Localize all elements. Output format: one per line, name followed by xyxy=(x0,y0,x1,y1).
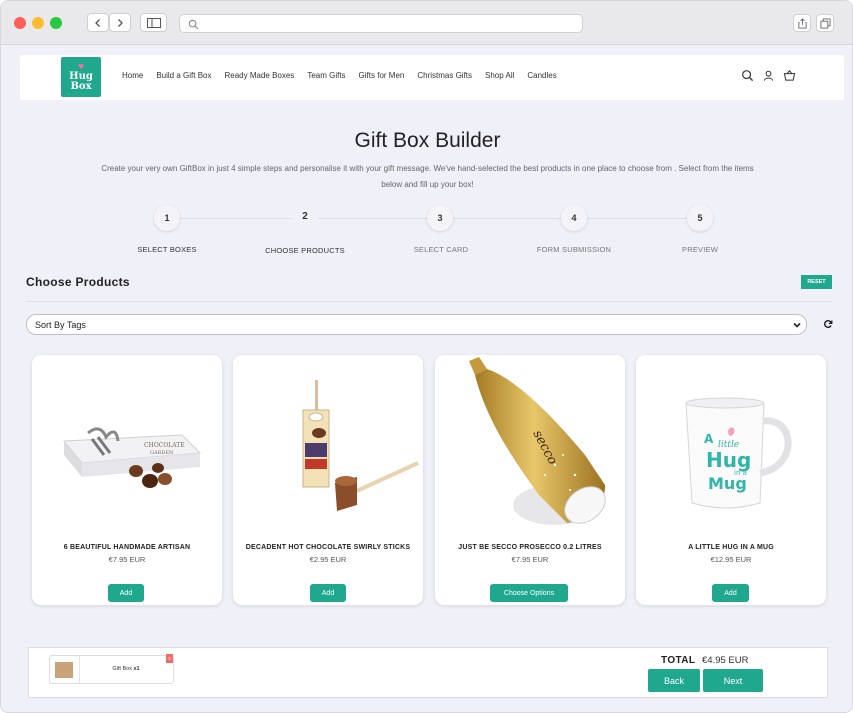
nav-gifts-for-men[interactable]: Gifts for Men xyxy=(359,71,405,80)
section-title: Choose Products xyxy=(26,275,130,289)
add-to-box-button[interactable]: Add xyxy=(712,584,749,602)
back-nav-button[interactable] xyxy=(87,13,109,32)
refresh-icon[interactable] xyxy=(823,319,833,329)
product-card: CHOCOLATE GARDEN 6 BEAUTIFUL HANDMADE AR… xyxy=(32,355,222,605)
page-subtitle: Create your very own GiftBox in just 4 s… xyxy=(101,164,754,189)
page-title: Gift Box Builder xyxy=(354,129,501,152)
sidebar-toggle-button[interactable] xyxy=(140,13,167,32)
browser-toolbar xyxy=(1,1,852,45)
product-price: €7.95 EUR xyxy=(511,555,549,564)
product-name: JUST BE SECCO PROSECCO 0.2 LITRES xyxy=(458,544,602,551)
box-brand-line1: CHOCOLATE xyxy=(144,442,185,449)
step-2-circle[interactable]: 2 xyxy=(292,203,318,229)
nav-shop-all[interactable]: Shop All xyxy=(485,71,514,80)
product-card: A little Hug in a Mug A LITTLE HUG IN A … xyxy=(636,355,826,605)
choose-options-button[interactable]: Choose Options xyxy=(490,584,568,602)
tabs-button[interactable] xyxy=(816,14,834,32)
header-actions xyxy=(741,69,796,82)
step-3-circle[interactable]: 3 xyxy=(427,205,453,231)
step-4-circle[interactable]: 4 xyxy=(561,205,587,231)
step-1-label: SELECT BOXES xyxy=(137,245,197,254)
nav-candles[interactable]: Candles xyxy=(527,71,556,80)
account-icon[interactable] xyxy=(762,69,775,82)
product-name: DECADENT HOT CHOCOLATE SWIRLY STICKS xyxy=(245,544,411,551)
site-header: ♥ Hug Box Home Build a Gift Box Ready Ma… xyxy=(20,55,844,100)
sort-select-value: Sort By Tags xyxy=(35,319,86,330)
browser-window: ♥ Hug Box Home Build a Gift Box Ready Ma… xyxy=(0,0,853,713)
product-price: €2.95 EUR xyxy=(309,555,347,564)
chocolate-box-image: CHOCOLATE GARDEN xyxy=(62,427,202,488)
product-price: €12.95 EUR xyxy=(710,555,752,564)
cart-icon[interactable] xyxy=(783,69,796,82)
hot-chocolate-stick-image xyxy=(302,380,419,511)
tabs-icon xyxy=(819,17,831,29)
cart-item: Gift Box x1 x xyxy=(49,654,174,684)
gift-box-thumbnail xyxy=(55,662,73,678)
cart-item-name: Gift Box xyxy=(112,666,132,672)
box-brand-line2: GARDEN xyxy=(150,450,174,456)
minimize-window-button[interactable] xyxy=(32,17,44,29)
logo-text-line2: Box xyxy=(70,81,92,92)
nav-home[interactable]: Home xyxy=(122,71,143,80)
remove-item-button[interactable]: x xyxy=(166,654,173,663)
step-1-circle[interactable]: 1 xyxy=(154,205,180,231)
nav-build-gift-box[interactable]: Build a Gift Box xyxy=(156,71,211,80)
builder-footer: Gift Box x1 x TOTAL €4.95 EUR Back Next xyxy=(28,647,828,698)
hugbox-logo[interactable]: ♥ Hug Box xyxy=(61,57,101,97)
share-icon xyxy=(797,17,807,29)
divider xyxy=(26,301,832,302)
product-price: €7.95 EUR xyxy=(108,555,146,564)
chevron-left-icon xyxy=(95,18,100,27)
reset-button[interactable]: RESET xyxy=(801,275,832,289)
nav-ready-made-boxes[interactable]: Ready Made Boxes xyxy=(224,71,294,80)
nav-team-gifts[interactable]: Team Gifts xyxy=(307,71,345,80)
total-value: €4.95 EUR xyxy=(702,655,749,666)
maximize-window-button[interactable] xyxy=(50,17,62,29)
step-5-circle[interactable]: 5 xyxy=(687,205,713,231)
step-4-label: FORM SUBMISSION xyxy=(536,245,612,254)
product-card: secco JUST BE SECCO PROSECCO 0.2 LITRES … xyxy=(435,355,625,605)
step-5-label: PREVIEW xyxy=(682,245,718,254)
mug-text-line1: A xyxy=(704,432,714,446)
product-name: 6 BEAUTIFUL HANDMADE ARTISAN xyxy=(63,544,191,551)
address-bar[interactable] xyxy=(179,14,583,33)
product-card: DECADENT HOT CHOCOLATE SWIRLY STICKS €2.… xyxy=(233,355,423,605)
mug-text-line5: Mug xyxy=(708,474,747,493)
sort-select[interactable]: Sort By Tags xyxy=(26,314,807,335)
step-2-label: CHOOSE PRODUCTS xyxy=(265,246,345,255)
search-icon xyxy=(188,19,199,30)
step-3-label: SELECT CARD xyxy=(413,245,469,254)
sidebar-icon xyxy=(146,17,161,28)
nav-christmas-gifts[interactable]: Christmas Gifts xyxy=(417,71,472,80)
next-button[interactable]: Next xyxy=(703,669,763,692)
back-button[interactable]: Back xyxy=(648,669,700,692)
search-icon[interactable] xyxy=(741,69,754,82)
mug-image: A little Hug in a Mug xyxy=(685,397,792,509)
total-label: TOTAL xyxy=(661,655,696,666)
close-window-button[interactable] xyxy=(14,17,26,29)
add-to-box-button[interactable]: Add xyxy=(108,584,144,602)
cart-item-label: Gift Box x1 xyxy=(81,666,171,672)
divider xyxy=(79,656,80,683)
forward-nav-button[interactable] xyxy=(109,13,131,32)
share-button[interactable] xyxy=(793,14,811,32)
chevron-right-icon xyxy=(118,18,123,27)
product-name: A LITTLE HUG IN A MUG xyxy=(688,544,774,551)
prosecco-bottle-image: secco xyxy=(469,357,606,525)
main-nav: Home Build a Gift Box Ready Made Boxes T… xyxy=(122,71,570,80)
cart-item-qty: x1 xyxy=(133,666,140,672)
add-to-box-button[interactable]: Add xyxy=(310,584,346,602)
chevron-down-icon xyxy=(793,322,801,328)
